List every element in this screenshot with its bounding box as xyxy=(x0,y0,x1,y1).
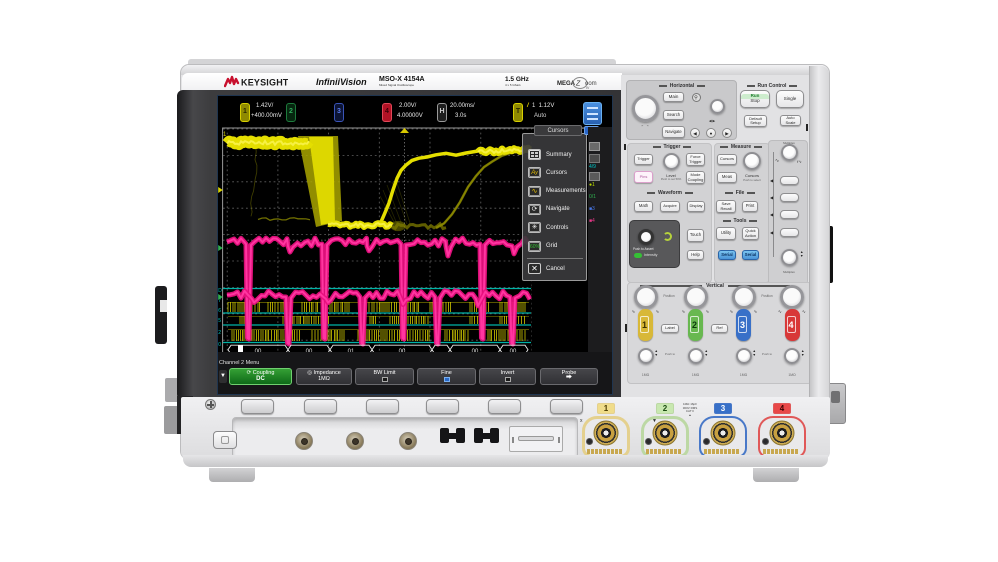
svg-text:D: D xyxy=(218,288,222,294)
svg-text:2: 2 xyxy=(218,330,221,336)
svg-text:6: 6 xyxy=(218,308,221,314)
svg-text:5: 5 xyxy=(218,318,221,324)
svg-text:0: 0 xyxy=(218,342,221,348)
svg-text:KEYSIGHT: KEYSIGHT xyxy=(241,78,288,88)
svg-text:Z: Z xyxy=(575,81,581,88)
